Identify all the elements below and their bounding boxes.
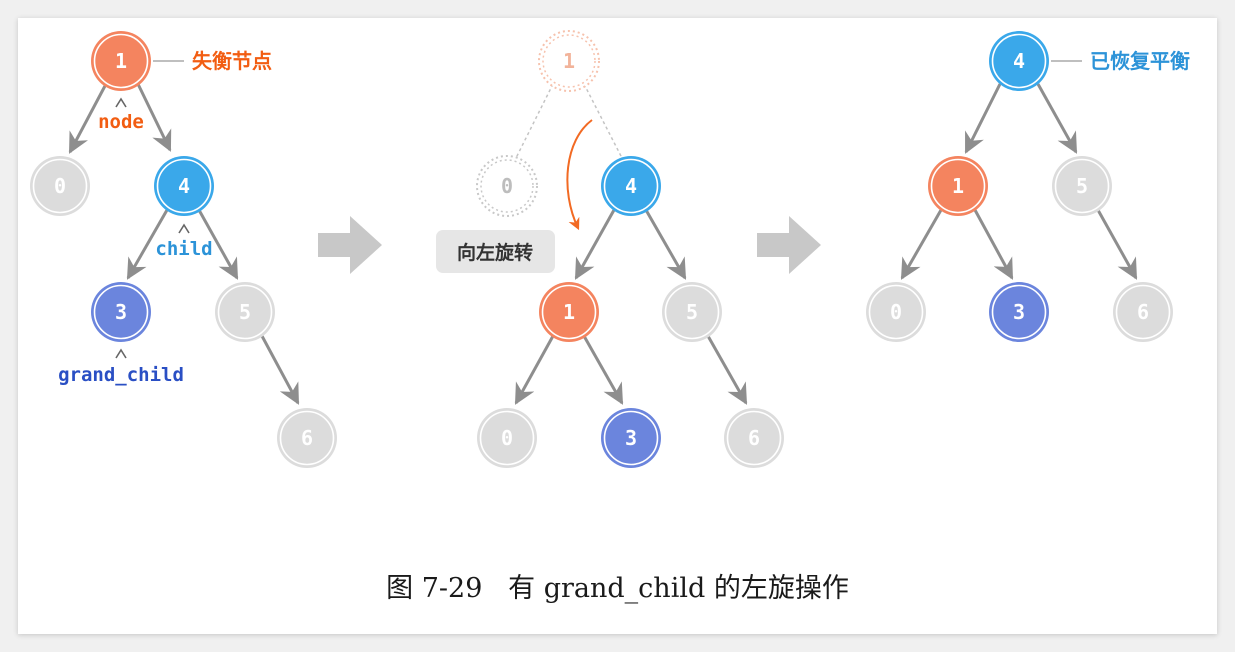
node-key: 3 — [1013, 300, 1025, 324]
caption-title: 有 grand_child 的左旋操作 — [508, 573, 849, 604]
nodes-after: 4 1 5 0 3 6 — [866, 31, 1173, 342]
tree-node-4: 4 — [601, 156, 661, 216]
grand-child-pointer-icon — [115, 348, 127, 359]
child-pointer-icon — [178, 223, 190, 234]
node-key: 5 — [686, 300, 698, 324]
tree-node-3: 3 — [601, 408, 661, 468]
edge-5-6 — [1096, 209, 1138, 280]
node-key: 6 — [748, 426, 760, 450]
edge-1-3 — [582, 335, 624, 405]
node-key: 1 — [952, 174, 964, 198]
node-key: 1 — [563, 300, 575, 324]
tree-node-0: 0 — [476, 155, 538, 217]
tree-node-0: 0 — [866, 282, 926, 342]
caption-number: 图 7-29 — [386, 573, 483, 604]
tree-node-0: 0 — [30, 156, 90, 216]
edge-1-0 — [514, 335, 555, 405]
node-key: 0 — [501, 174, 513, 198]
node-key: 1 — [563, 49, 575, 73]
tree-node-4: 4 — [154, 156, 214, 216]
figure-caption: 图 7-29 有 grand_child 的左旋操作 — [0, 566, 1235, 605]
node-key: 5 — [239, 300, 251, 324]
panel-after: 4 1 5 0 3 6 已恢复平衡 — [866, 31, 1190, 342]
ghost-edge-1-0 — [515, 83, 554, 159]
grand-child-label: grand_child — [58, 364, 184, 386]
node-key: 5 — [1076, 174, 1088, 198]
tree-node-5: 5 — [1052, 156, 1112, 216]
node-key: 4 — [178, 174, 190, 198]
rotate-arrow — [566, 119, 593, 231]
panel-middle: 1 0 4 1 5 0 3 6 向左旋转 — [436, 30, 784, 468]
node-key: 6 — [301, 426, 313, 450]
node-key: 1 — [115, 49, 127, 73]
edge-4-1 — [574, 209, 616, 280]
node-key: 3 — [625, 426, 637, 450]
transition-arrow-2 — [757, 216, 821, 274]
node-key: 3 — [115, 300, 127, 324]
tree-node-5: 5 — [662, 282, 722, 342]
tree-node-1: 1 — [539, 282, 599, 342]
rotate-label: 向左旋转 — [457, 241, 533, 264]
tree-node-1: 1 — [538, 30, 600, 92]
tree-node-3: 3 — [91, 282, 151, 342]
tree-node-0: 0 — [477, 408, 537, 468]
node-key: 6 — [1137, 300, 1149, 324]
node-label: node — [98, 111, 144, 133]
panel-before: 1 0 4 3 5 6 失衡节点 node child grand_child — [30, 31, 337, 468]
tree-node-3: 3 — [989, 282, 1049, 342]
edge-4-1 — [964, 83, 1002, 154]
node-key: 4 — [1013, 49, 1025, 73]
node-pointer-icon — [115, 97, 127, 108]
edge-5-6 — [260, 335, 300, 405]
tree-node-1: 1 — [928, 156, 988, 216]
node-key: 0 — [890, 300, 902, 324]
edge-4-5 — [1036, 83, 1078, 154]
tree-node-5: 5 — [215, 282, 275, 342]
tree-node-6: 6 — [724, 408, 784, 468]
node-key: 0 — [54, 174, 66, 198]
edge-4-5 — [644, 209, 687, 280]
tree-node-6: 6 — [277, 408, 337, 468]
balanced-label: 已恢复平衡 — [1090, 49, 1190, 73]
ghost-edges-middle — [515, 83, 623, 159]
node-key: 4 — [625, 174, 637, 198]
unbalanced-label: 失衡节点 — [192, 49, 272, 73]
tree-node-4: 4 — [989, 31, 1049, 91]
edge-5-6 — [706, 335, 748, 405]
edge-1-3 — [973, 209, 1014, 280]
avl-rotation-diagram: 1 0 4 3 5 6 失衡节点 node child grand_child 1 0 4 1 5… — [30, 30, 1190, 468]
edge-1-0 — [900, 209, 943, 280]
child-label: child — [155, 238, 212, 260]
transition-arrow-1 — [318, 216, 382, 274]
tree-node-6: 6 — [1113, 282, 1173, 342]
node-key: 0 — [501, 426, 513, 450]
tree-node-1: 1 — [91, 31, 151, 91]
